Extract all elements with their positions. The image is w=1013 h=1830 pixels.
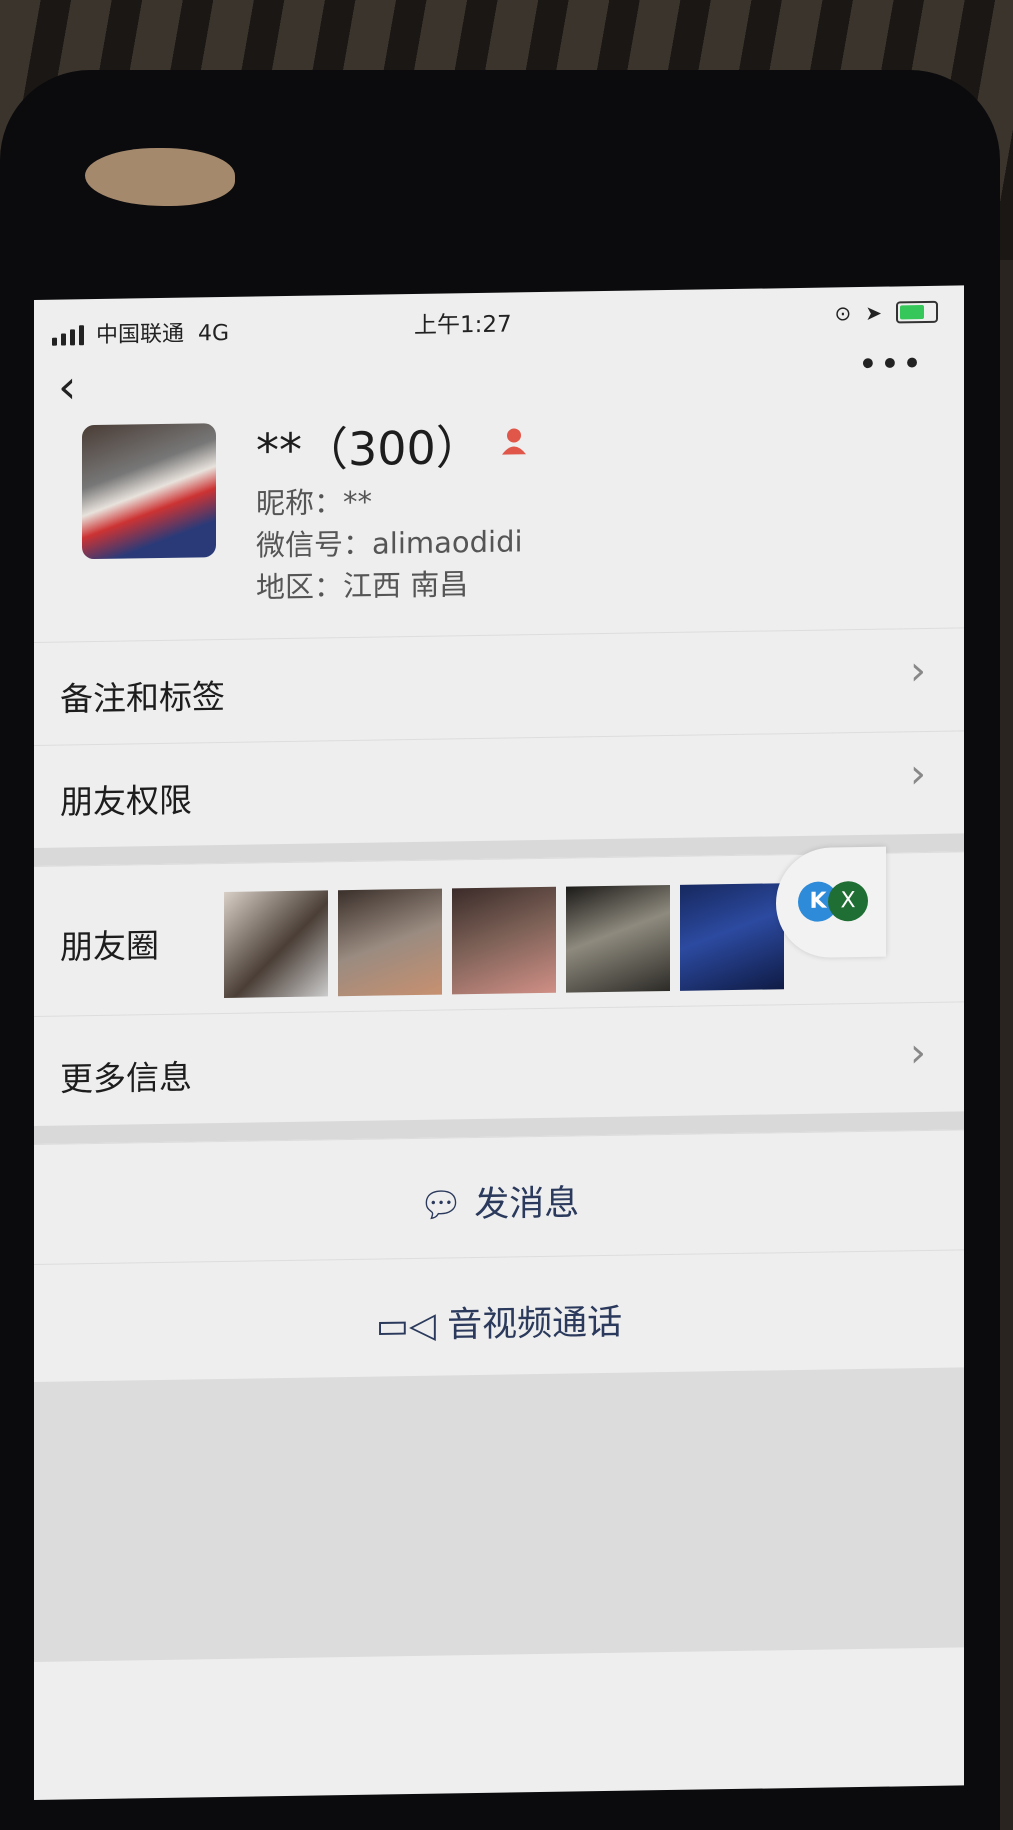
chevron-right-icon: › — [910, 647, 926, 695]
status-icons: ⊙ ➤ — [834, 300, 938, 326]
wechat-id-text: 微信号：alimaodidi — [256, 524, 523, 563]
status-time: 上午1:27 — [414, 311, 512, 340]
profile-header: **（300） 昵称：** 微信号：alimaodidi 地区：江西 南昌 — [34, 405, 964, 640]
friend-permissions-row[interactable]: 朋友权限 › — [34, 730, 964, 846]
person-icon — [502, 428, 526, 455]
rotation-lock-icon: ⊙ — [834, 301, 852, 326]
moments-thumbnail[interactable] — [224, 890, 328, 999]
remark-tags-label: 备注和标签 — [60, 676, 225, 719]
floating-widget[interactable]: K X — [776, 846, 886, 959]
moments-thumbnail[interactable] — [566, 885, 670, 993]
send-message-button[interactable]: 💬︎ 发消息 — [34, 1129, 964, 1265]
back-button[interactable]: ‹ — [58, 359, 76, 413]
avatar[interactable] — [82, 423, 216, 560]
empty-area — [34, 1367, 964, 1662]
video-camera-icon: ▭◁ — [375, 1305, 436, 1347]
friend-permissions-label: 朋友权限 — [60, 780, 192, 822]
moments-thumbnails — [224, 883, 784, 999]
location-icon: ➤ — [865, 300, 882, 325]
chevron-right-icon: › — [910, 750, 926, 798]
profile-name: **（300） — [256, 419, 482, 478]
moments-thumbnail[interactable] — [338, 888, 442, 997]
phone-screen: 中国联通 4G 上午1:27 ⊙ ➤ ‹ ••• **（300） 昵称：** 微… — [34, 285, 964, 1800]
nickname-text: 昵称：** — [256, 484, 373, 521]
moments-label: 朋友圈 — [60, 926, 159, 967]
more-dots-icon: ••• — [857, 344, 924, 386]
more-button[interactable]: ••• — [858, 344, 924, 385]
moments-thumbnail[interactable] — [680, 883, 784, 991]
remark-tags-row[interactable]: 备注和标签 › — [34, 627, 964, 743]
chevron-right-icon: › — [910, 1029, 926, 1077]
chat-bubble-icon: 💬︎ — [418, 1185, 464, 1226]
signal-icon — [52, 325, 84, 346]
network-label: 4G — [198, 320, 230, 347]
send-message-label: 发消息 — [474, 1183, 580, 1226]
carrier-label: 中国联通 4G — [96, 320, 230, 349]
moments-thumbnail[interactable] — [452, 886, 556, 995]
chevron-left-icon: ‹ — [58, 359, 77, 414]
more-info-label: 更多信息 — [60, 1057, 192, 1099]
video-call-label: 音视频通话 — [447, 1302, 623, 1346]
video-call-button[interactable]: ▭◁ 音视频通话 — [34, 1249, 964, 1383]
more-info-row[interactable]: 更多信息 › — [34, 1001, 964, 1127]
region-text: 地区：江西 南昌 — [256, 567, 469, 605]
x-badge-icon: X — [828, 880, 868, 922]
battery-icon — [896, 300, 938, 324]
